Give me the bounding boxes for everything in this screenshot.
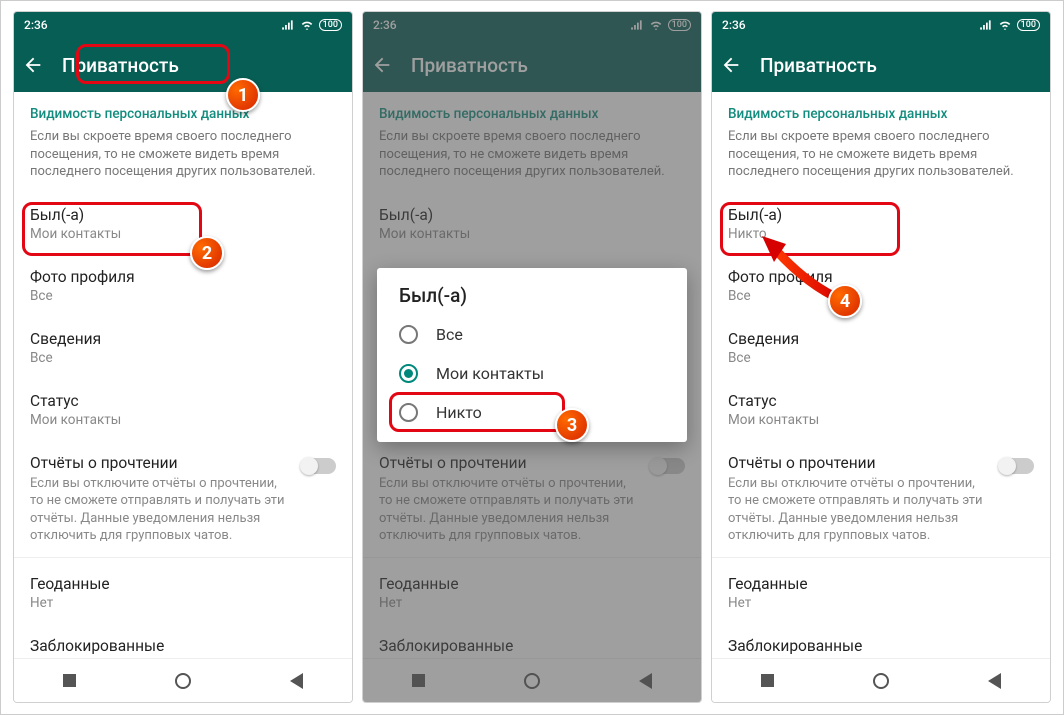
item-label: Сведения bbox=[30, 330, 336, 348]
item-value: Нет bbox=[30, 595, 336, 611]
item-about[interactable]: Сведения Все bbox=[14, 317, 352, 379]
item-value: Все bbox=[728, 350, 1034, 366]
toggle-switch[interactable] bbox=[1000, 458, 1034, 474]
item-profile-photo[interactable]: Фото профиля Все bbox=[712, 255, 1050, 317]
item-label: Фото профиля bbox=[728, 268, 1034, 286]
radio-option-nobody[interactable]: Никто bbox=[381, 393, 683, 432]
item-value: Мои контакты bbox=[728, 412, 1034, 428]
signal-icon bbox=[979, 18, 993, 32]
app-bar: Приватность bbox=[712, 38, 1050, 92]
item-live-location[interactable]: Геоданные Нет bbox=[712, 562, 1050, 624]
item-read-receipts[interactable]: Отчёты о прочтении Если вы отключите отч… bbox=[14, 441, 352, 553]
item-about[interactable]: Сведения Все bbox=[712, 317, 1050, 379]
back-icon[interactable] bbox=[22, 54, 44, 76]
item-label: Отчёты о прочтении bbox=[30, 454, 292, 472]
divider bbox=[14, 557, 352, 558]
nav-back-icon[interactable] bbox=[988, 673, 1001, 689]
item-desc: Если вы отключите отчёты о прочтении, то… bbox=[30, 475, 292, 545]
back-icon[interactable] bbox=[720, 54, 742, 76]
page-title: Приватность bbox=[62, 54, 179, 77]
status-right: 100 bbox=[979, 18, 1040, 32]
toggle-switch[interactable] bbox=[302, 458, 336, 474]
item-value: Никто bbox=[728, 226, 1034, 242]
app-bar: Приватность bbox=[14, 38, 352, 92]
wifi-icon bbox=[300, 18, 314, 32]
content: Видимость персональных данных Если вы ск… bbox=[14, 92, 352, 658]
dialog-title: Был(-а) bbox=[381, 282, 683, 315]
radio-label: Никто bbox=[436, 403, 482, 422]
nav-home-icon[interactable] bbox=[175, 673, 191, 689]
divider bbox=[712, 557, 1050, 558]
radio-label: Мои контакты bbox=[436, 364, 544, 383]
item-profile-photo[interactable]: Фото профиля Все bbox=[14, 255, 352, 317]
item-status[interactable]: Статус Мои контакты bbox=[712, 379, 1050, 441]
status-bar: 2:36 100 bbox=[14, 12, 352, 38]
item-desc: Если вы отключите отчёты о прочтении, то… bbox=[728, 475, 990, 545]
item-label: Статус bbox=[728, 392, 1034, 410]
item-blocked[interactable]: Заблокированные bbox=[712, 624, 1050, 658]
item-label: Был(-а) bbox=[728, 206, 1034, 224]
status-time: 2:36 bbox=[722, 18, 746, 32]
item-label: Геоданные bbox=[728, 575, 1034, 593]
section-desc: Если вы скроете время своего последнего … bbox=[14, 126, 352, 193]
item-blocked[interactable]: Заблокированные bbox=[14, 624, 352, 658]
nav-recents-icon[interactable] bbox=[63, 674, 76, 687]
status-right: 100 bbox=[281, 18, 342, 32]
item-last-seen[interactable]: Был(-а) Никто bbox=[712, 193, 1050, 255]
item-value: Все bbox=[728, 288, 1034, 304]
item-label: Был(-а) bbox=[30, 206, 336, 224]
item-label: Сведения bbox=[728, 330, 1034, 348]
radio-icon bbox=[399, 364, 418, 383]
nav-back-icon[interactable] bbox=[290, 673, 303, 689]
item-label: Заблокированные bbox=[30, 637, 336, 655]
item-live-location[interactable]: Геоданные Нет bbox=[14, 562, 352, 624]
item-label: Отчёты о прочтении bbox=[728, 454, 990, 472]
nav-bar bbox=[712, 658, 1050, 702]
item-label: Статус bbox=[30, 392, 336, 410]
radio-icon bbox=[399, 403, 418, 422]
section-title: Видимость персональных данных bbox=[14, 92, 352, 126]
item-label: Фото профиля bbox=[30, 268, 336, 286]
phone-screen-1: 2:36 100 Приватность Видимость персональ… bbox=[13, 11, 353, 703]
item-label: Заблокированные bbox=[728, 637, 1034, 655]
nav-recents-icon[interactable] bbox=[761, 674, 774, 687]
item-last-seen[interactable]: Был(-а) Мои контакты bbox=[14, 193, 352, 255]
section-title: Видимость персональных данных bbox=[712, 92, 1050, 126]
item-read-receipts[interactable]: Отчёты о прочтении Если вы отключите отч… bbox=[712, 441, 1050, 553]
item-value: Мои контакты bbox=[30, 226, 336, 242]
dialog-last-seen: Был(-а) Все Мои контакты Никто bbox=[377, 268, 687, 442]
radio-icon bbox=[399, 325, 418, 344]
content: Видимость персональных данных Если вы ск… bbox=[712, 92, 1050, 658]
wifi-icon bbox=[998, 18, 1012, 32]
nav-home-icon[interactable] bbox=[873, 673, 889, 689]
radio-option-all[interactable]: Все bbox=[381, 315, 683, 354]
phone-screen-3: 2:36 100 Приватность Видимость персональ… bbox=[711, 11, 1051, 703]
status-time: 2:36 bbox=[24, 18, 48, 32]
battery-icon: 100 bbox=[1017, 19, 1040, 31]
phone-screen-2: 2:36 100 Приватность Видимость персональ… bbox=[362, 11, 702, 703]
item-label: Геоданные bbox=[30, 575, 336, 593]
item-value: Все bbox=[30, 288, 336, 304]
page-title: Приватность bbox=[760, 54, 877, 77]
item-status[interactable]: Статус Мои контакты bbox=[14, 379, 352, 441]
radio-option-contacts[interactable]: Мои контакты bbox=[381, 354, 683, 393]
radio-label: Все bbox=[436, 325, 463, 344]
nav-bar bbox=[14, 658, 352, 702]
item-value: Все bbox=[30, 350, 336, 366]
battery-icon: 100 bbox=[319, 19, 342, 31]
status-bar: 2:36 100 bbox=[712, 12, 1050, 38]
item-value: Нет bbox=[728, 595, 1034, 611]
section-desc: Если вы скроете время своего последнего … bbox=[712, 126, 1050, 193]
signal-icon bbox=[281, 18, 295, 32]
item-value: Мои контакты bbox=[30, 412, 336, 428]
